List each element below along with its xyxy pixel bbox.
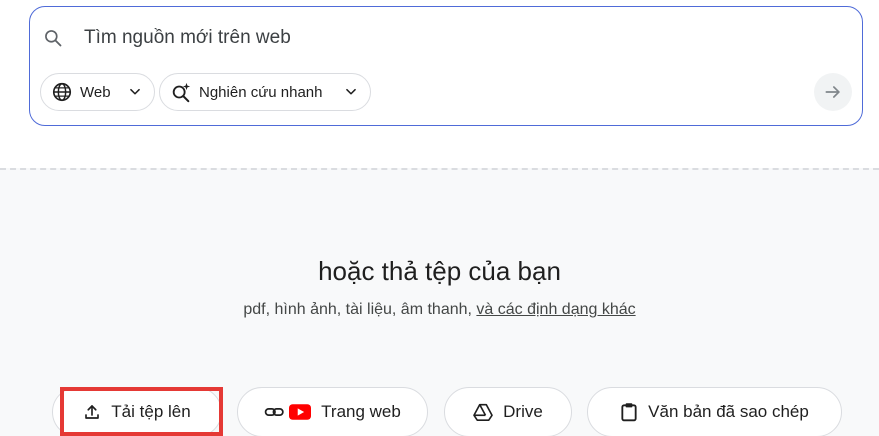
submit-search-button[interactable] [814, 73, 852, 111]
search-row [42, 23, 784, 53]
drop-title: hoặc thả tệp của bạn [318, 256, 561, 286]
web-chip-label: Web [80, 83, 111, 101]
web-source-dropdown[interactable]: Web [40, 73, 155, 111]
clipboard-icon [620, 402, 638, 422]
upload-file-label: Tải tệp lên [111, 402, 191, 421]
chevron-down-icon [126, 83, 144, 101]
drive-source-button[interactable]: Drive [444, 387, 572, 436]
arrow-right-icon [823, 82, 843, 102]
website-label: Trang web [321, 402, 401, 421]
supported-formats-text: pdf, hình ảnh, tài liệu, âm thanh, [243, 301, 477, 318]
research-mode-dropdown[interactable]: Nghiên cứu nhanh [159, 73, 371, 111]
link-icon [264, 404, 286, 420]
drive-label: Drive [503, 402, 543, 421]
sparkle-search-icon [170, 81, 192, 103]
drive-icon [473, 403, 493, 421]
add-sources-panel: Web Nghiên cứu nhanh hoặc thả tệp của bạ… [0, 0, 879, 436]
chevron-down-icon [342, 83, 360, 101]
more-formats-link[interactable]: và các định dạng khác [476, 301, 635, 318]
research-chip-label: Nghiên cứu nhanh [199, 83, 323, 101]
search-input[interactable] [84, 27, 784, 49]
web-search-box: Web Nghiên cứu nhanh [29, 6, 863, 126]
upload-file-button[interactable]: Tải tệp lên [52, 387, 222, 436]
pasted-text-button[interactable]: Văn bản đã sao chép [587, 387, 842, 436]
search-icon [42, 27, 64, 49]
pasted-text-label: Văn bản đã sao chép [648, 402, 809, 421]
globe-icon [51, 81, 73, 103]
youtube-icon [289, 404, 312, 420]
website-source-button[interactable]: Trang web [237, 387, 428, 436]
drop-subtitle: pdf, hình ảnh, tài liệu, âm thanh, và cá… [0, 301, 879, 319]
upload-icon [83, 403, 101, 421]
file-drop-zone[interactable]: hoặc thả tệp của bạn pdf, hình ảnh, tài … [0, 168, 879, 436]
